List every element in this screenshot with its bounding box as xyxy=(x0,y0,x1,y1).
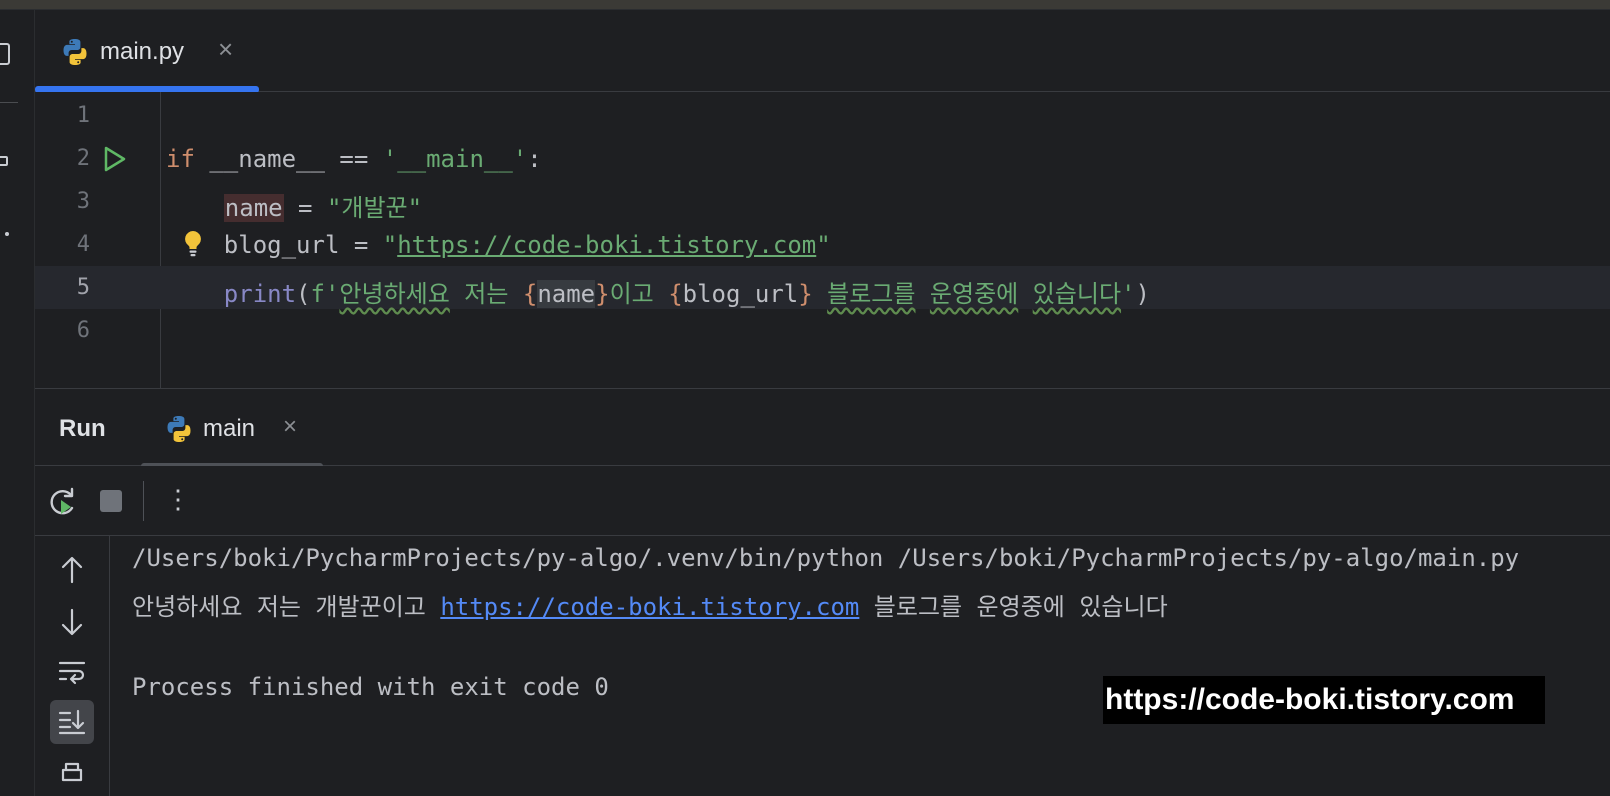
run-toolbar: ⋮ xyxy=(35,466,1610,536)
console-line-command: /Users/boki/PycharmProjects/py-algo/.ven… xyxy=(132,544,1520,572)
run-tab-close-icon[interactable]: × xyxy=(283,413,297,441)
tab-close-icon[interactable]: × xyxy=(218,34,233,65)
console-output[interactable]: /Users/boki/PycharmProjects/py-algo/.ven… xyxy=(110,536,1610,796)
structure-tool-icon[interactable] xyxy=(0,156,8,166)
line-number: 3 xyxy=(76,189,90,214)
python-icon xyxy=(167,416,191,442)
editor-tab-bar: main.py × xyxy=(35,10,1610,93)
project-tool-icon[interactable] xyxy=(0,43,10,65)
line-number: 1 xyxy=(76,103,90,128)
arrow-down-icon xyxy=(61,608,83,636)
tool-strip-divider xyxy=(0,102,18,103)
scroll-to-end-icon xyxy=(58,709,86,735)
code-editor[interactable]: 1 2 if __name__ == '__main__': 3 name = … xyxy=(35,92,1610,388)
code-line-1: 1 xyxy=(35,94,1610,137)
line-number: 4 xyxy=(76,232,90,257)
code-line-4: 4 blog_url = "https://code-boki.tistory.… xyxy=(35,223,1610,266)
rerun-icon[interactable] xyxy=(47,486,79,518)
code-line-5: 5 print(f'안녕하세요 저는 {name}이고 {blog_url} 블… xyxy=(35,266,1610,309)
more-options-icon[interactable]: ⋮ xyxy=(165,484,191,515)
line-number: 5 xyxy=(76,275,90,300)
code-line-3: 3 name = "개발꾼" xyxy=(35,180,1610,223)
line-number: 2 xyxy=(76,146,90,171)
code-text: if __name__ == '__main__': xyxy=(166,145,542,173)
stop-icon[interactable] xyxy=(100,490,122,512)
code-line-2: 2 if __name__ == '__main__': xyxy=(35,137,1610,180)
run-tab-title: main xyxy=(203,415,256,442)
console-link[interactable]: https://code-boki.tistory.com xyxy=(440,593,859,621)
line-number: 6 xyxy=(76,318,90,343)
soft-wrap-icon xyxy=(58,661,86,685)
run-panel-header: Run main × xyxy=(35,388,1610,469)
scroll-up-button[interactable] xyxy=(50,548,94,592)
code-text: name = "개발꾼" xyxy=(223,194,423,222)
more-tools-icon[interactable] xyxy=(5,232,9,236)
tab-title: main.py xyxy=(100,38,185,65)
console-line-exit: Process finished with exit code 0 xyxy=(132,673,609,701)
print-icon xyxy=(61,762,83,782)
console-actions xyxy=(35,536,110,796)
code-text: print(f'안녕하세요 저는 {name}이고 {blog_url} 블로그… xyxy=(223,280,1150,308)
soft-wrap-button[interactable] xyxy=(50,650,94,694)
scroll-to-end-button[interactable] xyxy=(50,700,94,744)
code-text: blog_url = "https://code-boki.tistory.co… xyxy=(223,231,831,259)
run-tab-main[interactable]: main × xyxy=(141,389,325,469)
console-line-output: 안녕하세요 저는 개발꾼이고 https://code-boki.tistory… xyxy=(132,593,1168,621)
print-button[interactable] xyxy=(50,752,94,796)
arrow-up-icon xyxy=(61,556,83,584)
toolbar-divider xyxy=(143,481,144,521)
code-line-6: 6 xyxy=(35,309,1610,352)
left-tool-strip xyxy=(0,10,35,796)
tab-main-py[interactable]: main.py × xyxy=(35,10,260,93)
scroll-down-button[interactable] xyxy=(50,600,94,644)
run-icon[interactable] xyxy=(102,145,128,173)
run-panel-title: Run xyxy=(59,415,106,442)
watermark-label: https://code-boki.tistory.com xyxy=(1103,676,1545,724)
python-icon xyxy=(63,39,87,65)
window-top-strip xyxy=(0,0,1610,10)
